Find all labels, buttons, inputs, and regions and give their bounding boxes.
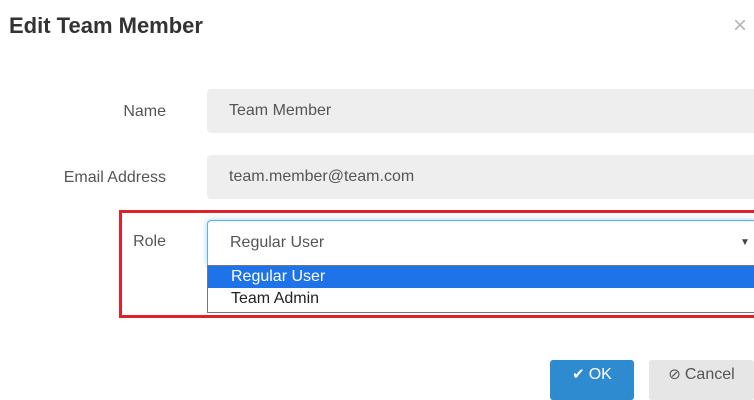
ban-icon: ⊘	[668, 366, 681, 383]
cancel-button[interactable]: ⊘ Cancel	[649, 360, 754, 400]
checkmark-icon: ✔	[572, 366, 585, 383]
close-icon[interactable]: ×	[733, 14, 754, 38]
dialog-title: Edit Team Member	[9, 13, 203, 38]
ok-button-label: OK	[588, 366, 612, 383]
ok-button[interactable]: ✔ OK	[550, 360, 634, 400]
cancel-button-label: Cancel	[684, 366, 735, 383]
email-label: Email Address	[63, 169, 166, 186]
name-label: Name	[123, 103, 166, 120]
email-field[interactable]: team.member@team.com	[207, 155, 754, 199]
name-field[interactable]: Team Member	[207, 89, 754, 133]
highlight-box	[119, 210, 754, 318]
